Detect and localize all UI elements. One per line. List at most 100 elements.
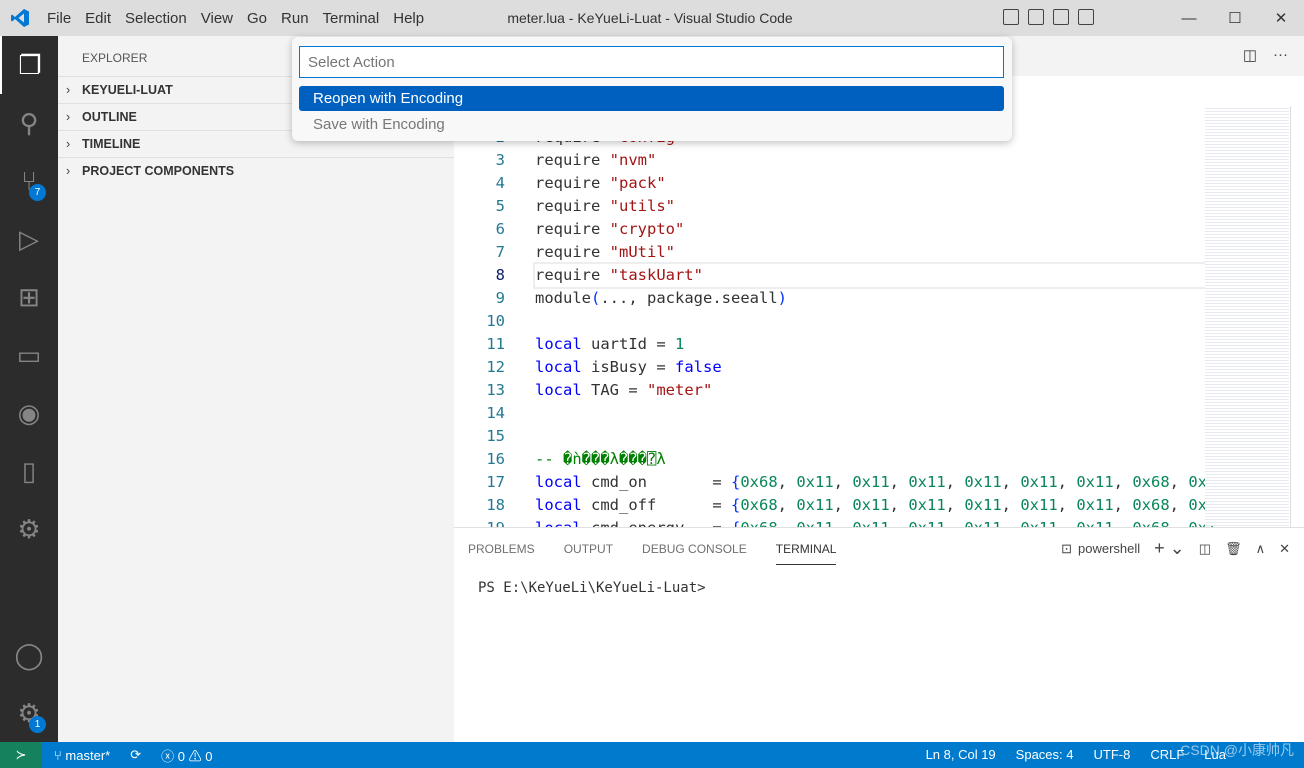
- panel-tab-debug-console[interactable]: DEBUG CONSOLE: [642, 534, 747, 564]
- menu-file[interactable]: File: [47, 10, 71, 27]
- explorer-icon[interactable]: ❐: [0, 36, 58, 94]
- minimize-button[interactable]: —: [1166, 0, 1212, 36]
- problems-indicator[interactable]: ⓧ 0 ⚠ 0: [161, 746, 212, 765]
- encoding[interactable]: UTF-8: [1094, 747, 1131, 762]
- line-text: require "pack": [535, 172, 666, 195]
- token: "taskUart": [609, 266, 703, 284]
- menu-selection[interactable]: Selection: [125, 10, 187, 27]
- code-line[interactable]: 3 require "nvm": [454, 149, 1204, 172]
- editor-scrollbar[interactable]: [1290, 106, 1304, 527]
- panel-tab-terminal[interactable]: TERMINAL: [775, 534, 837, 565]
- sidebar: EXPLORER › KEYUELI-LUAT › OUTLINE › TIMELINE ›…: [58, 36, 454, 742]
- minimap[interactable]: [1205, 106, 1289, 526]
- vscode-logo-icon: [0, 0, 40, 36]
- code-line[interactable]: 9 module(..., package.seeall): [454, 287, 1204, 310]
- token: ..., package.seeall: [600, 289, 778, 307]
- scm-badge: 7: [29, 184, 46, 201]
- esp-idf-icon[interactable]: ◉: [0, 384, 58, 442]
- token: 0x11: [908, 496, 946, 514]
- account-icon[interactable]: ◯: [0, 626, 58, 684]
- code-line[interactable]: 15: [454, 425, 1204, 448]
- terminal-prompt[interactable]: PS E:\KeYueLi\KeYueLi-Luat>: [478, 580, 706, 596]
- line-number: 6: [495, 220, 505, 238]
- chip-icon[interactable]: ⚙: [0, 500, 58, 558]
- maximize-panel-icon[interactable]: ∧: [1256, 541, 1266, 557]
- error-count: 0: [177, 748, 185, 764]
- menu-help[interactable]: Help: [393, 10, 424, 27]
- save-with-encoding-item[interactable]: Save with Encoding: [299, 112, 1004, 137]
- source-control-icon[interactable]: ⑂ 7: [0, 152, 58, 210]
- chevron-right-icon: ›: [66, 83, 71, 97]
- close-button[interactable]: ✕: [1258, 0, 1304, 36]
- code-line[interactable]: 8 require "taskUart": [454, 262, 1237, 289]
- remote-indicator-icon[interactable]: ≻: [0, 742, 42, 768]
- code-line[interactable]: 13 local TAG = "meter": [454, 379, 1204, 402]
- quick-pick-input[interactable]: [299, 46, 1004, 78]
- menu-terminal[interactable]: Terminal: [323, 10, 380, 27]
- toggle-sidebar-icon[interactable]: [1003, 9, 1019, 25]
- code-line[interactable]: 17 local cmd_on = {0x68, 0x11, 0x11, 0x11…: [454, 471, 1216, 494]
- quick-pick: Reopen with Encoding Save with Encoding: [292, 37, 1012, 141]
- menu-view[interactable]: View: [201, 10, 233, 27]
- split-editor-icon[interactable]: ◫: [1243, 46, 1257, 64]
- token: 0x11: [796, 473, 834, 491]
- menu-go[interactable]: Go: [247, 10, 267, 27]
- code-line[interactable]: 6 require "crypto": [454, 218, 1204, 241]
- panel: PROBLEMS OUTPUT DEBUG CONSOLE TERMINAL ⊡ po…: [454, 527, 1304, 742]
- code-area[interactable]: 2require "config"3require "nvm"4require …: [454, 126, 1237, 540]
- run-debug-icon[interactable]: ▷: [0, 210, 58, 268]
- code-line[interactable]: 7 require "mUtil": [454, 241, 1204, 264]
- line-ending[interactable]: CRLF: [1150, 747, 1184, 762]
- extensions-icon[interactable]: ⊞: [0, 268, 58, 326]
- maximize-button[interactable]: ☐: [1212, 0, 1258, 36]
- line-text: module(..., package.seeall): [535, 287, 787, 310]
- sync-icon[interactable]: ⟳: [130, 747, 141, 763]
- line-number: 15: [486, 427, 505, 445]
- cursor-position[interactable]: Ln 8, Col 19: [926, 747, 996, 762]
- menu-run[interactable]: Run: [281, 10, 309, 27]
- sidebar-section-project-components[interactable]: › PROJECT COMPONENTS: [58, 157, 454, 184]
- branch-indicator[interactable]: ⑂ master*: [54, 748, 110, 763]
- token: local: [535, 473, 582, 491]
- terminal-shell[interactable]: powershell: [1078, 541, 1140, 556]
- panel-tab-output[interactable]: OUTPUT: [564, 534, 613, 564]
- search-icon[interactable]: ⚲: [0, 94, 58, 152]
- token: ,: [1113, 473, 1133, 491]
- manage-gear-icon[interactable]: ⚙ 1: [0, 684, 58, 742]
- token: 0x68: [1132, 496, 1170, 514]
- section-label: KEYUELI-LUAT: [82, 83, 173, 97]
- code-line[interactable]: 11 local uartId = 1: [454, 333, 1204, 356]
- close-panel-icon[interactable]: ✕: [1279, 541, 1290, 557]
- line-number: 18: [486, 496, 505, 514]
- kill-terminal-icon[interactable]: 🗑: [1225, 541, 1242, 557]
- code-line[interactable]: 18 local cmd_off = {0x68, 0x11, 0x11, 0x1…: [454, 494, 1216, 517]
- token: ,: [1057, 496, 1077, 514]
- token: 0x11: [852, 496, 890, 514]
- code-line[interactable]: 14: [454, 402, 1204, 425]
- token: TAG =: [581, 381, 647, 399]
- token: "utils": [609, 197, 675, 215]
- split-terminal-icon[interactable]: ◫: [1199, 541, 1211, 557]
- code-line[interactable]: 10: [454, 310, 1204, 333]
- line-number: 5: [495, 197, 505, 215]
- token: 0x11: [1076, 473, 1114, 491]
- line-text: local cmd_on = {0x68, 0x11, 0x11, 0x11, …: [535, 471, 1216, 494]
- toggle-secondary-sidebar-icon[interactable]: [1053, 9, 1069, 25]
- customize-layout-icon[interactable]: [1078, 9, 1094, 25]
- code-line[interactable]: 5 require "utils": [454, 195, 1204, 218]
- new-terminal-icon[interactable]: + ⌄: [1154, 538, 1185, 559]
- code-line[interactable]: 12 local isBusy = false: [454, 356, 1204, 379]
- code-line[interactable]: 16 -- �ǹ���λ���⍰λ: [454, 448, 1204, 471]
- token: "mUtil": [609, 243, 675, 261]
- notebook-icon[interactable]: ▯: [0, 442, 58, 500]
- token: 0x68: [740, 473, 778, 491]
- toggle-panel-icon[interactable]: [1028, 9, 1044, 25]
- code-line[interactable]: 4 require "pack": [454, 172, 1204, 195]
- line-text: require "taskUart": [533, 262, 1237, 289]
- indentation[interactable]: Spaces: 4: [1016, 747, 1074, 762]
- panel-tab-problems[interactable]: PROBLEMS: [468, 534, 535, 564]
- menu-edit[interactable]: Edit: [85, 10, 111, 27]
- reopen-with-encoding-item[interactable]: Reopen with Encoding: [299, 86, 1004, 111]
- more-actions-icon[interactable]: ···: [1273, 46, 1288, 64]
- remote-explorer-icon[interactable]: ▭: [0, 326, 58, 384]
